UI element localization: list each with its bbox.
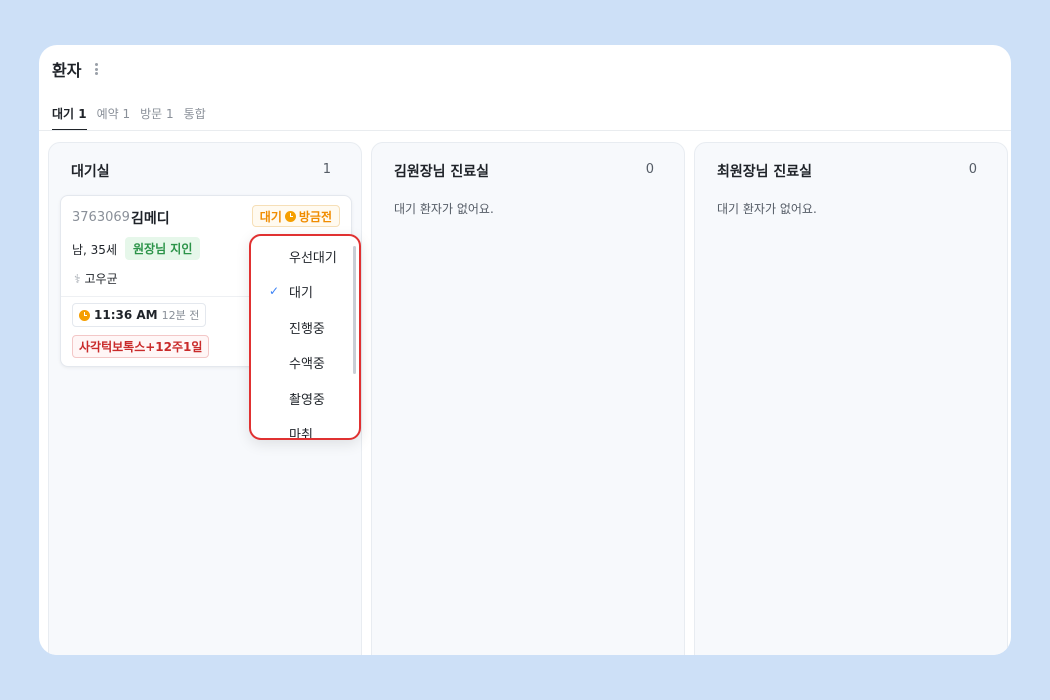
column-title: 최원장님 진료실 [717,164,813,180]
patient-id: 3763069 [72,210,130,225]
tab-combined[interactable]: 통합 [184,105,206,131]
dropdown-scrollbar[interactable] [353,246,356,374]
dropdown-option-imaging[interactable]: 촬영중 [251,383,359,413]
doctor-info: ⚕ 고우균 [74,270,118,287]
column-title: 김원장님 진료실 [394,164,490,180]
clock-icon [79,309,90,321]
tab-reservation[interactable]: 예약 1 [97,105,131,131]
dropdown-option-in-progress[interactable]: 진행중 [251,312,359,342]
option-label: 마취 [289,427,313,440]
patients-panel: 환자 대기 1 예약 1 방문 1 통합 대기실 1 3763069 김메디 대… [39,45,1011,655]
panel-header: 환자 [52,57,99,81]
arrival-time: 11:36 AM [94,308,158,322]
empty-message: 대기 환자가 없어요. [394,202,494,216]
option-label: 수액중 [289,356,325,372]
column-choi-room: 최원장님 진료실 0 대기 환자가 없어요. [694,142,1008,655]
status-dropdown[interactable]: 우선대기 ✓ 대기 진행중 수액중 촬영중 마취 [249,234,361,440]
option-label: 대기 [289,285,313,301]
column-count: 0 [968,162,977,177]
kebab-menu-icon[interactable] [93,61,99,77]
doctor-name: 고우균 [84,272,118,286]
column-count: 0 [645,162,654,177]
dropdown-option-anesthesia[interactable]: 마취 [251,418,359,440]
dropdown-option-wait[interactable]: ✓ 대기 [251,276,359,306]
column-title: 대기실 [71,164,110,180]
dropdown-option-iv[interactable]: 수액중 [251,347,359,377]
column-kim-room: 김원장님 진료실 0 대기 환자가 없어요. [371,142,685,655]
tab-bar: 대기 1 예약 1 방문 1 통합 [52,105,206,131]
page-title: 환자 [52,61,82,80]
status-badge[interactable]: 대기 방금전 [251,205,340,227]
tab-divider [39,130,1011,131]
clock-icon [284,210,296,222]
tab-visit[interactable]: 방문 1 [140,105,174,131]
empty-message: 대기 환자가 없어요. [717,202,817,216]
column-count: 1 [322,162,331,177]
gender-age: 남, 35세 [72,243,117,257]
tab-waiting[interactable]: 대기 1 [52,105,87,131]
treatment-tag: 사각턱보톡스+12주1일 [72,335,210,358]
status-label: 대기 [259,209,282,224]
status-time-label: 방금전 [298,209,332,224]
option-label: 진행중 [289,321,325,337]
time-ago: 12분 전 [161,309,200,322]
option-label: 우선대기 [289,250,337,266]
dropdown-option-priority-wait[interactable]: 우선대기 [251,241,359,271]
patient-name: 김메디 [131,211,170,227]
time-chip: 11:36 AM 12분 전 [72,303,207,327]
stethoscope-icon: ⚕ [74,271,81,286]
patient-tag: 원장님 지인 [125,237,201,260]
check-icon: ✓ [269,284,280,298]
option-label: 촬영중 [289,392,325,408]
